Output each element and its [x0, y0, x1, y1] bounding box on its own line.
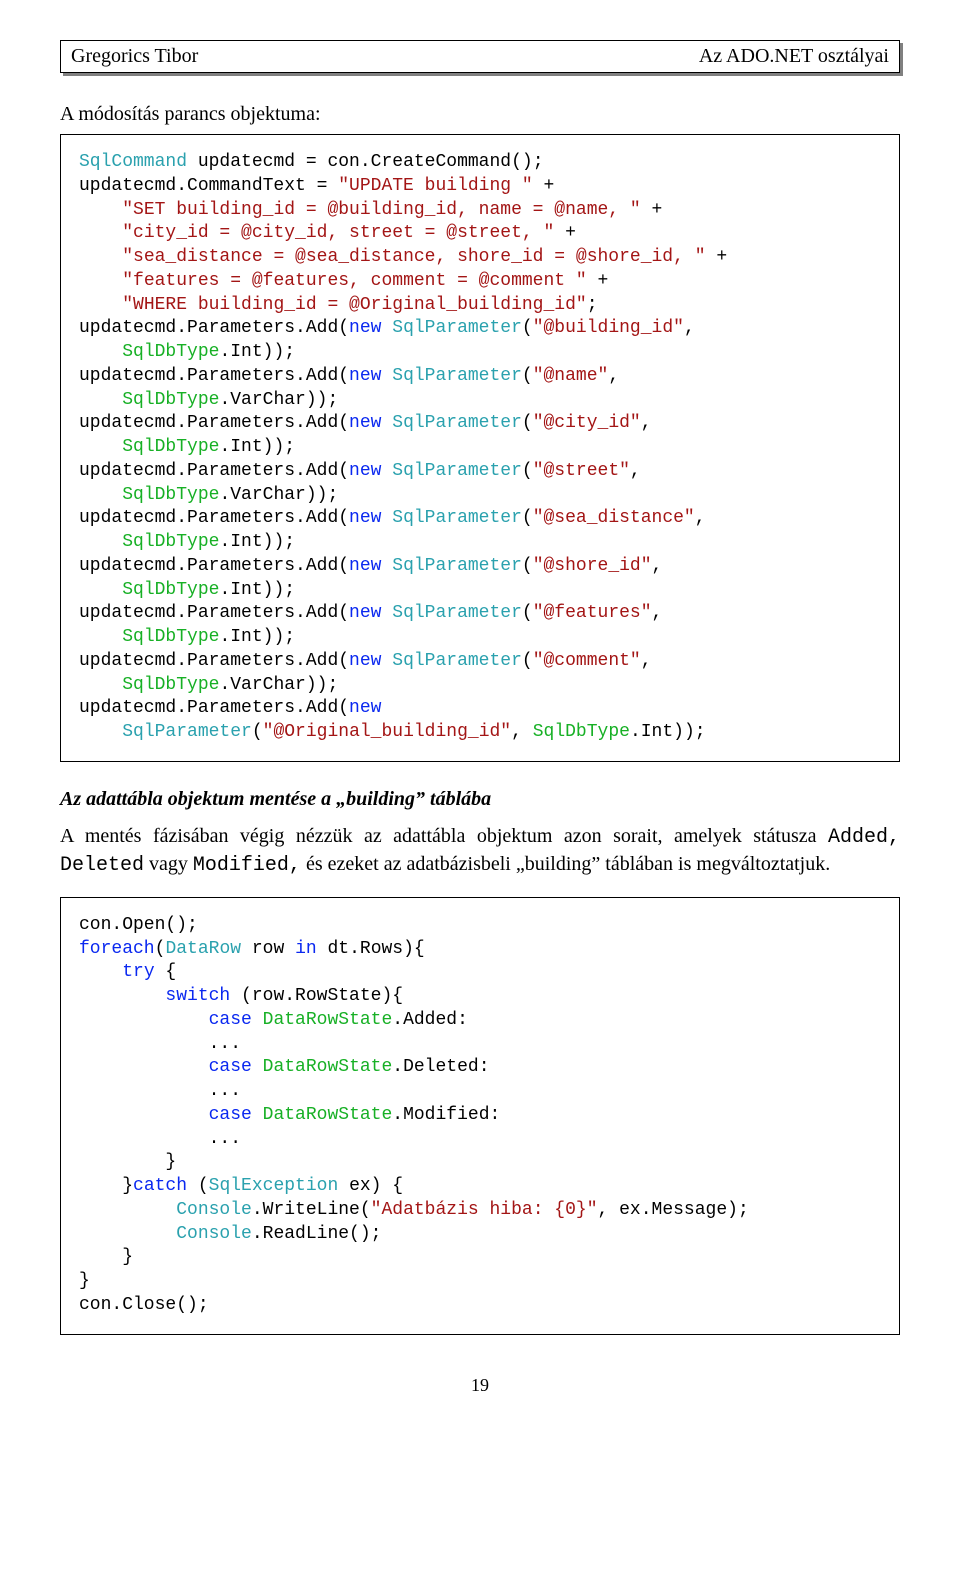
code-block-1: SqlCommand updatecmd = con.CreateCommand… [60, 134, 900, 762]
code-block-2: con.Open(); foreach(DataRow row in dt.Ro… [60, 897, 900, 1335]
code-text-2: con.Open(); foreach(DataRow row in dt.Ro… [79, 914, 881, 1318]
page-header: Gregorics Tibor Az ADO.NET osztályai [60, 40, 900, 73]
code-text-1: SqlCommand updatecmd = con.CreateCommand… [79, 151, 881, 745]
section1-title: A módosítás parancs objektuma: [60, 103, 900, 126]
section2-body: A mentés fázisában végig nézzük az adatt… [60, 823, 900, 879]
header-left: Gregorics Tibor [71, 45, 198, 68]
page-number: 19 [60, 1375, 900, 1396]
section2-heading: Az adattábla objektum mentése a „buildin… [60, 788, 900, 811]
header-right: Az ADO.NET osztályai [699, 45, 889, 68]
